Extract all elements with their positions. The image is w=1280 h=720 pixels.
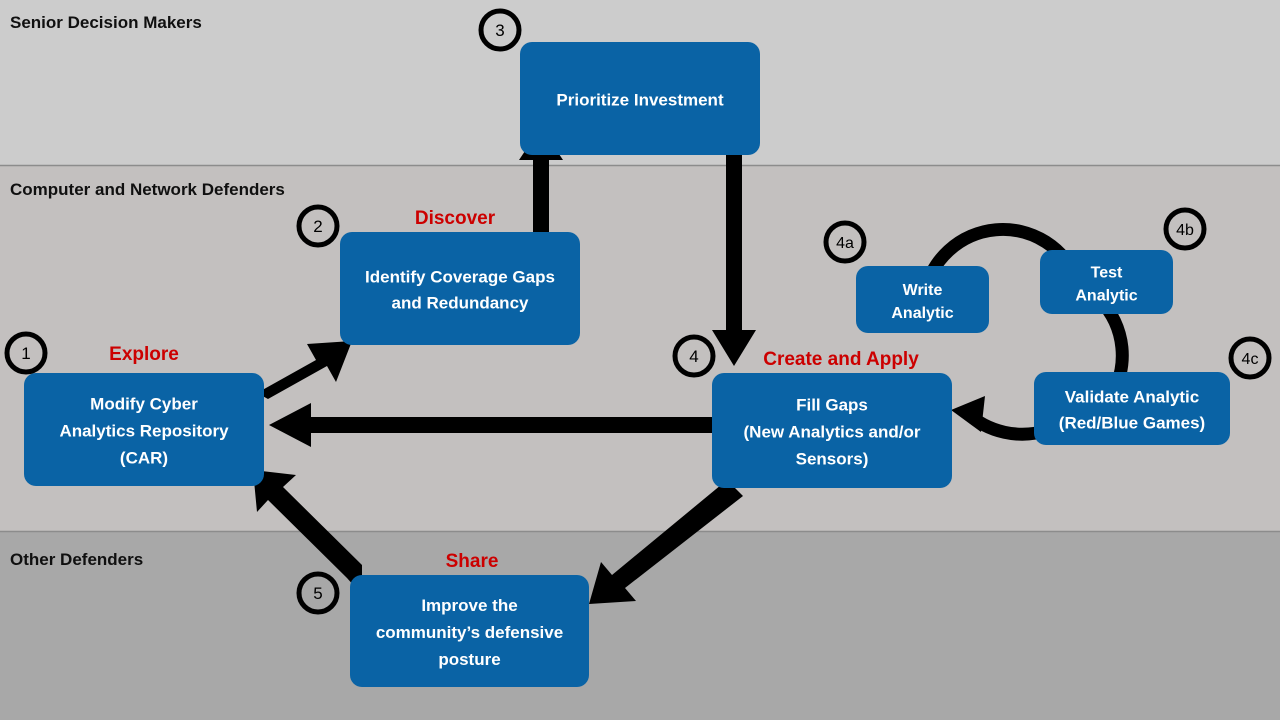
node-label-improve-posture: Improve the xyxy=(421,596,517,615)
marker-label-step-4b: 4b xyxy=(1176,222,1194,239)
marker-label-step-4: 4 xyxy=(689,347,698,366)
band-label-other: Other Defenders xyxy=(10,550,143,569)
node-label-fill-gaps: Fill Gaps xyxy=(796,396,868,415)
node-label-fill-gaps: (New Analytics and/or xyxy=(744,423,921,442)
node-label-prioritize-investment: Prioritize Investment xyxy=(556,91,724,110)
node-label-improve-posture: community’s defensive xyxy=(376,623,563,642)
node-test-analytic[interactable]: Test Analytic xyxy=(1040,250,1173,314)
node-label-identify-coverage-gaps: Identify Coverage Gaps xyxy=(365,268,555,287)
node-improve-posture[interactable]: Improve the community’s defensive posture xyxy=(350,575,589,687)
node-label-modify-car: (CAR) xyxy=(120,449,168,468)
band-label-defenders: Computer and Network Defenders xyxy=(10,180,285,199)
node-label-validate-analytic: (Red/Blue Games) xyxy=(1059,414,1205,433)
node-label-improve-posture: posture xyxy=(438,650,500,669)
node-label-modify-car: Analytics Repository xyxy=(59,422,229,441)
marker-label-step-4c: 4c xyxy=(1242,351,1259,368)
marker-label-step-5: 5 xyxy=(313,584,322,603)
node-modify-car[interactable]: Modify Cyber Analytics Repository (CAR) xyxy=(24,373,264,486)
phase-label-create-and-apply: Create and Apply xyxy=(763,349,919,370)
node-shape-write-analytic xyxy=(856,266,989,333)
node-shape-identify-coverage-gaps xyxy=(340,232,580,345)
marker-label-step-2: 2 xyxy=(313,217,322,236)
phase-label-share: Share xyxy=(446,551,499,572)
phase-label-discover: Discover xyxy=(415,208,496,229)
node-validate-analytic[interactable]: Validate Analytic (Red/Blue Games) xyxy=(1034,372,1230,445)
marker-label-step-1: 1 xyxy=(21,344,30,363)
marker-label-step-4a: 4a xyxy=(836,235,854,252)
node-fill-gaps[interactable]: Fill Gaps (New Analytics and/or Sensors) xyxy=(712,373,952,488)
node-label-write-analytic: Analytic xyxy=(891,305,953,322)
node-label-fill-gaps: Sensors) xyxy=(796,450,869,469)
node-label-identify-coverage-gaps: and Redundancy xyxy=(392,294,530,313)
node-identify-coverage-gaps[interactable]: Identify Coverage Gaps and Redundancy xyxy=(340,232,580,345)
diagram-canvas: Senior Decision Makers Computer and Netw… xyxy=(0,0,1280,720)
node-write-analytic[interactable]: Write Analytic xyxy=(856,266,989,333)
node-label-validate-analytic: Validate Analytic xyxy=(1065,388,1199,407)
marker-label-step-3: 3 xyxy=(495,21,504,40)
band-label-senior: Senior Decision Makers xyxy=(10,13,202,32)
node-label-test-analytic: Analytic xyxy=(1075,288,1137,305)
node-label-write-analytic: Write xyxy=(903,282,943,299)
node-shape-validate-analytic xyxy=(1034,372,1230,445)
phase-label-explore: Explore xyxy=(109,344,179,365)
node-label-test-analytic: Test xyxy=(1091,265,1123,282)
node-prioritize-investment[interactable]: Prioritize Investment xyxy=(520,42,760,155)
node-label-modify-car: Modify Cyber xyxy=(90,395,198,414)
workflow-diagram: Senior Decision Makers Computer and Netw… xyxy=(0,0,1280,720)
